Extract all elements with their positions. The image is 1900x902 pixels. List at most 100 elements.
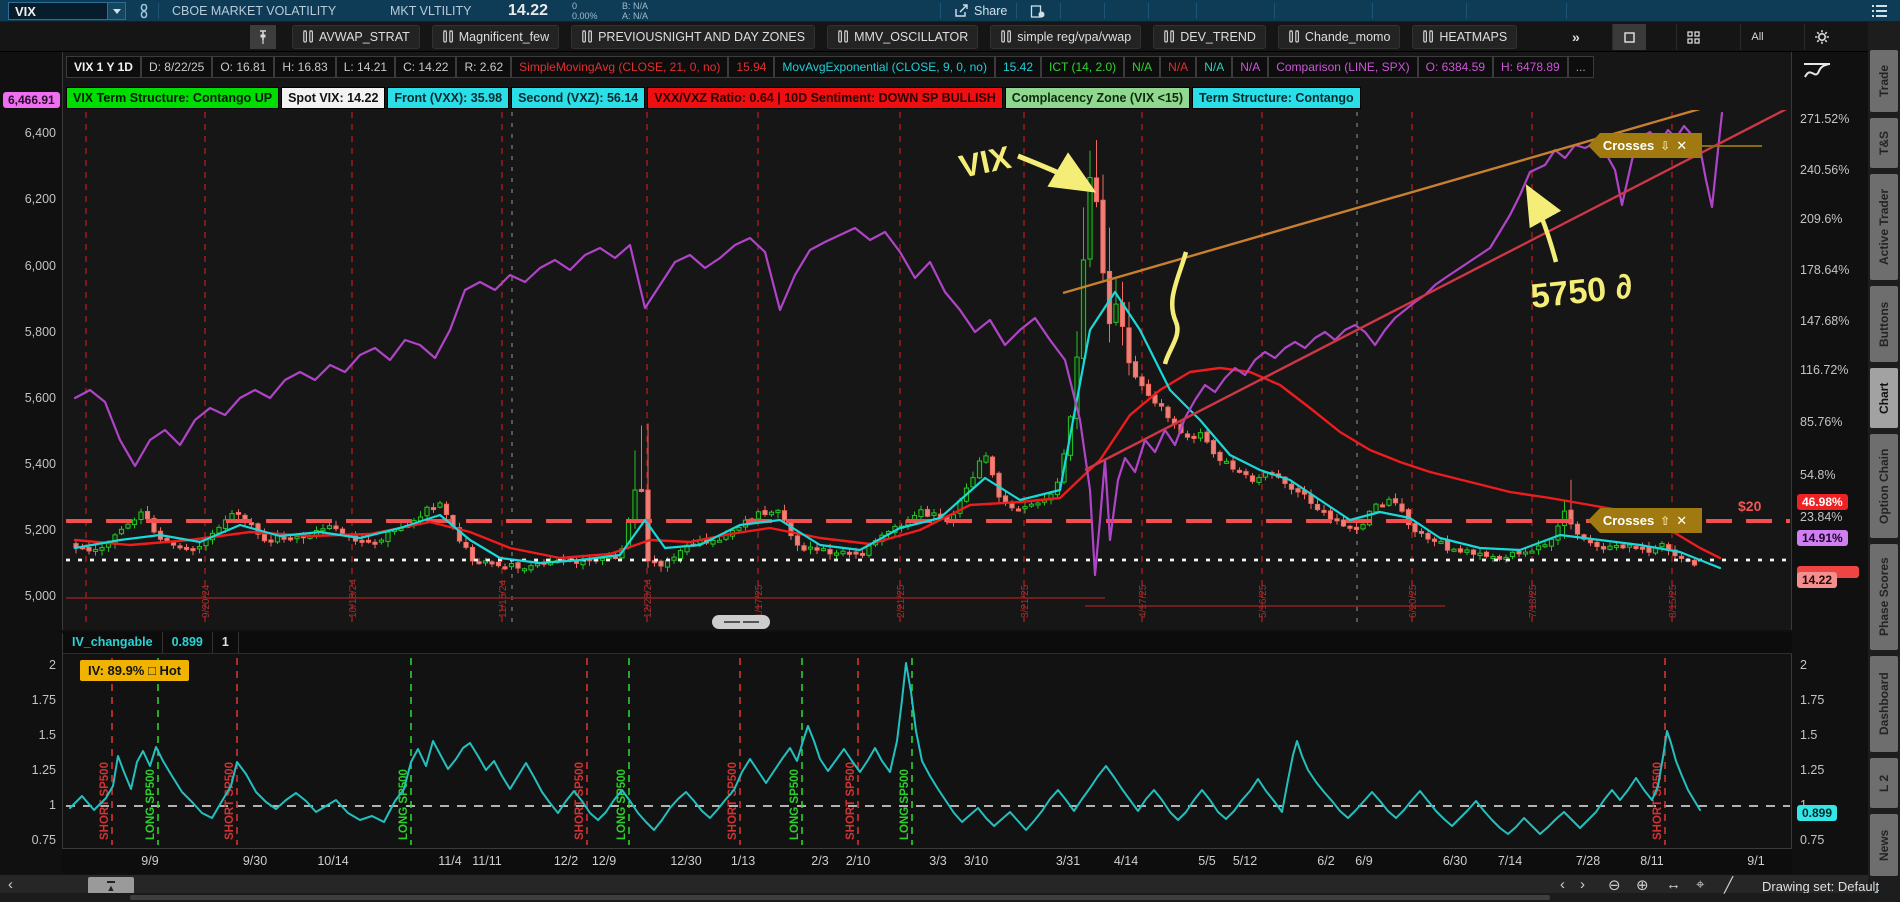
panel-divider-handle[interactable] — [712, 615, 770, 629]
svg-text:4/17/25: 4/17/25 — [1138, 584, 1149, 618]
sidebar-tab-active-trader[interactable]: Active Trader — [1870, 174, 1898, 280]
sidebar-tab-news[interactable]: News — [1870, 814, 1898, 876]
left-axis-tick: 5,800 — [0, 325, 56, 339]
signal-badge: Complacency Zone (VIX <15) — [1005, 87, 1190, 109]
crosses-label: Crosses — [1603, 513, 1654, 528]
lower-right-tick: 1.5 — [1800, 728, 1817, 742]
trading-platform-window: VIX CBOE MARKET VOLATILITY MKT VLTILITY … — [0, 0, 1900, 902]
right-axis-tick: 116.72% — [1800, 363, 1848, 377]
sidebar-tab-t-s[interactable]: T&S — [1870, 118, 1898, 168]
header-segment: L: 14.21 — [336, 56, 395, 78]
sidebar-tab-chart[interactable]: Chart — [1870, 368, 1898, 428]
header-segment: H: 6478.89 — [1493, 56, 1568, 78]
header-segment: O: 6384.59 — [1418, 56, 1493, 78]
drawing-set-selector[interactable]: Drawing set: Default — [1762, 879, 1879, 894]
svg-text:5750 ∂: 5750 ∂ — [1529, 268, 1634, 316]
svg-text:5/16/25: 5/16/25 — [1258, 584, 1269, 618]
study-param: 1 — [213, 632, 239, 653]
scroll-left-arrow[interactable]: ‹ — [8, 876, 13, 893]
header-segment: SimpleMovingAvg (CLOSE, 21, 0, no) — [511, 56, 728, 78]
right-axis-tick: 54.8% — [1800, 468, 1835, 482]
chart-mode-icon[interactable] — [1802, 58, 1832, 87]
crosses-alert-badge-bottom[interactable]: Crosses ⇧ ✕ — [1588, 508, 1702, 533]
zoom-in-icon[interactable]: ⊕ — [1636, 876, 1649, 894]
left-axis-tick: 6,000 — [0, 259, 56, 273]
svg-text:3/21/25: 3/21/25 — [1020, 584, 1031, 618]
arrow-up-icon: ⇧ — [1660, 514, 1670, 528]
bottom-scrollbar-thumb[interactable] — [130, 895, 1550, 900]
drawing-line-icon[interactable]: ╱ — [1724, 876, 1733, 894]
header-segment: N/A — [1232, 56, 1268, 78]
crosshair-icon[interactable]: ⌖ — [1696, 876, 1704, 893]
sidebar-tab-option-chain[interactable]: Option Chain — [1870, 434, 1898, 538]
iv-hot-badge: IV: 89.9% □ Hot — [80, 660, 189, 681]
sidebar-tab-trade[interactable]: Trade — [1870, 50, 1898, 112]
right-axis-tick: 240.56% — [1800, 163, 1849, 177]
right-axis-tick: 271.52% — [1800, 112, 1849, 126]
lower-right-tick: 0.75 — [1800, 833, 1824, 847]
zoom-out-icon[interactable]: ⊖ — [1608, 876, 1621, 894]
left-axis-tick: 5,400 — [0, 457, 56, 471]
arrow-down-icon: ⇩ — [1660, 139, 1670, 153]
study-value: 0.899 — [163, 632, 213, 653]
lower-right-tick: 1.25 — [1800, 763, 1824, 777]
pan-right-icon[interactable]: › — [1580, 876, 1585, 893]
header-segment: H: 16.83 — [274, 56, 335, 78]
pan-left-icon[interactable]: ‹ — [1560, 876, 1565, 893]
header-segment: ... — [1568, 56, 1594, 78]
sidebar-tab-l-2[interactable]: L 2 — [1870, 758, 1898, 808]
close-icon[interactable]: ✕ — [1676, 138, 1687, 154]
lower-right-tick: 2 — [1800, 658, 1807, 672]
signal-badge: Spot VIX: 14.22 — [281, 87, 385, 109]
signal-badges-row: VIX Term Structure: Contango UPSpot VIX:… — [66, 87, 1361, 109]
lower-right-tick: 1.75 — [1800, 693, 1824, 707]
svg-text:7/18/25: 7/18/25 — [1528, 584, 1539, 618]
crosses-label: Crosses — [1603, 138, 1654, 153]
sidebar-tab-buttons[interactable]: Buttons — [1870, 286, 1898, 362]
lower-left-tick: 1 — [0, 798, 56, 812]
lower-study-header: IV_changable 0.899 1 — [63, 632, 1792, 654]
header-segment: C: 14.22 — [395, 56, 456, 78]
right-axis-tick: 178.64% — [1800, 263, 1849, 277]
svg-text:LONG SP500: LONG SP500 — [398, 769, 410, 840]
svg-text:SHORT SP500: SHORT SP500 — [574, 762, 586, 840]
right-axis-tick: 23.84% — [1800, 510, 1842, 524]
header-segment: R: 2.62 — [456, 56, 511, 78]
horizontal-expand-icon[interactable]: ↔ — [1666, 876, 1681, 893]
right-axis-tick: 147.68% — [1800, 314, 1849, 328]
header-segment: MovAvgExponential (CLOSE, 9, 0, no) — [774, 56, 995, 78]
chart-header-row: VIX 1 Y 1DD: 8/22/25O: 16.81H: 16.83L: 1… — [66, 56, 1594, 78]
svg-text:SHORT SP500: SHORT SP500 — [727, 762, 739, 840]
header-segment: O: 16.81 — [212, 56, 274, 78]
svg-text:1/17/25: 1/17/25 — [754, 584, 765, 618]
svg-text:2/21/25: 2/21/25 — [896, 584, 907, 618]
svg-text:LONG SP500: LONG SP500 — [899, 769, 911, 840]
header-segment: N/A — [1196, 56, 1232, 78]
right-axis-badge: 14.22 — [1797, 572, 1837, 588]
header-segment: Comparison (LINE, SPX) — [1268, 56, 1417, 78]
svg-text:LONG SP500: LONG SP500 — [145, 769, 157, 840]
close-icon[interactable]: ✕ — [1676, 513, 1687, 529]
upper-plot-group: 9/20/2410/18/2411/15/2412/20/241/17/252/… — [66, 80, 1800, 622]
left-axis-tick: 5,600 — [0, 391, 56, 405]
study-name[interactable]: IV_changable — [63, 632, 163, 653]
lower-left-tick: 1.25 — [0, 763, 56, 777]
signal-badge: Front (VXX): 35.98 — [387, 87, 509, 109]
sidebar-tab-dashboard[interactable]: Dashboard — [1870, 656, 1898, 752]
sidebar-tab-phase-scores[interactable]: Phase Scores — [1870, 544, 1898, 650]
price-level-label: $20 — [1738, 498, 1761, 514]
svg-text:SHORT SP500: SHORT SP500 — [1652, 762, 1664, 840]
lower-left-tick: 2 — [0, 658, 56, 672]
header-segment: VIX 1 Y 1D — [66, 56, 141, 78]
study-value-badge: 0.899 — [1797, 805, 1837, 821]
right-sidebar: Trade T&S Active Trader Buttons Chart Option … — [1868, 22, 1900, 902]
header-segment: ICT (14, 2.0) — [1041, 56, 1124, 78]
left-axis-tick: 6,400 — [0, 126, 56, 140]
header-segment: N/A — [1124, 56, 1160, 78]
svg-text:SHORT SP500: SHORT SP500 — [99, 762, 111, 840]
crosses-alert-badge-top[interactable]: Crosses ⇩ ✕ — [1588, 133, 1702, 158]
svg-text:VIX: VIX — [956, 139, 1015, 185]
right-axis-badge: 14.91% — [1797, 530, 1848, 546]
lower-plot-group: SHORT SP500 LONG SP500 SHORT SP500 LONG SP5… — [66, 658, 1790, 845]
lower-left-tick: 0.75 — [0, 833, 56, 847]
